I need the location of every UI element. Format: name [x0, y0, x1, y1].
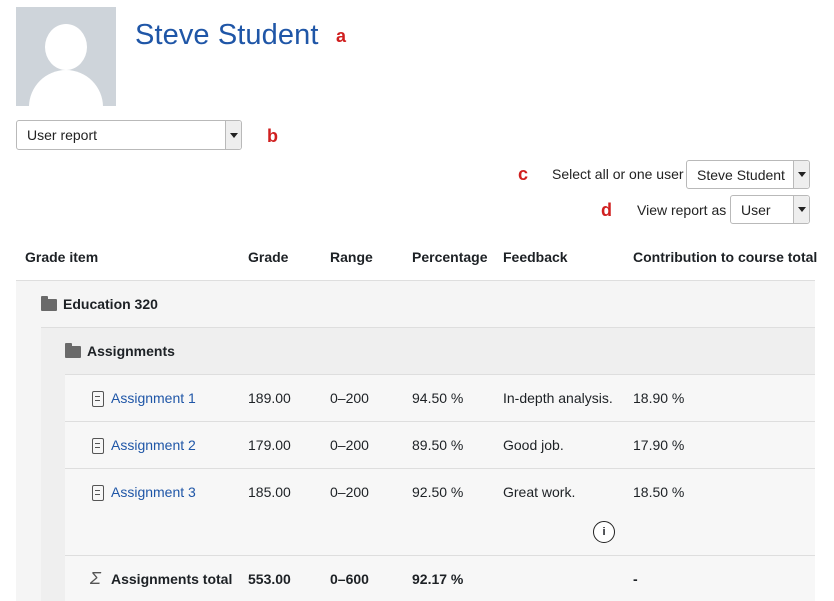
grade-cell: 179.00 [248, 437, 291, 453]
avatar-head-shape [45, 24, 87, 70]
column-header-percentage[interactable]: Percentage [412, 249, 487, 265]
row-divider [41, 327, 815, 328]
total-grade-cell: 553.00 [248, 571, 291, 587]
grade-cell: 185.00 [248, 484, 291, 500]
sigma-icon: Σ [90, 568, 101, 588]
column-header-range[interactable]: Range [330, 249, 373, 265]
percentage-cell: 89.50 % [412, 437, 464, 453]
annotation-d: d [601, 200, 612, 220]
total-percentage-cell: 92.17 % [412, 571, 464, 587]
contribution-cell: 17.90 % [633, 437, 685, 453]
total-label: Assignments total [111, 571, 233, 587]
range-cell: 0–200 [330, 437, 369, 453]
total-range-cell: 0–600 [330, 571, 369, 587]
column-header-feedback[interactable]: Feedback [503, 249, 568, 265]
view-report-as-label: View report as [637, 202, 727, 218]
feedback-cell: Good job. [503, 437, 564, 453]
user-avatar[interactable] [16, 7, 116, 106]
contribution-cell: 18.90 % [633, 390, 685, 406]
user-select-value: Steve Student [697, 166, 785, 183]
feedback-cell: Great work. [503, 484, 576, 500]
assignment-icon [92, 438, 104, 454]
view-report-as-select[interactable]: User [730, 195, 810, 224]
report-type-value: User report [27, 127, 98, 143]
assignment-link[interactable]: Assignment 3 [111, 484, 196, 500]
course-name: Education 320 [63, 296, 158, 312]
column-header-contribution[interactable]: Contribution to course total [633, 249, 817, 265]
avatar-body-shape [29, 70, 103, 106]
category-name: Assignments [87, 343, 175, 359]
select-user-label: Select all or one user [552, 166, 684, 182]
assignment-link[interactable]: Assignment 1 [111, 390, 196, 406]
view-report-as-value: User [741, 201, 771, 218]
folder-icon [41, 296, 57, 311]
assignment-icon [92, 485, 104, 501]
annotation-a: a [336, 26, 347, 46]
user-select[interactable]: Steve Student [686, 160, 810, 189]
feedback-cell: In-depth analysis. [503, 390, 613, 406]
assignment-link[interactable]: Assignment 2 [111, 437, 196, 453]
report-type-select[interactable]: User report [16, 120, 242, 150]
contribution-cell: 18.50 % [633, 484, 685, 500]
percentage-cell: 92.50 % [412, 484, 464, 500]
column-header-grade[interactable]: Grade [248, 249, 288, 265]
percentage-cell: 94.50 % [412, 390, 464, 406]
folder-icon [65, 343, 81, 358]
annotation-c: c [518, 164, 529, 184]
annotation-b: b [267, 126, 278, 146]
assignment-icon [92, 391, 104, 407]
column-header-grade-item[interactable]: Grade item [25, 249, 98, 265]
grade-cell: 189.00 [248, 390, 291, 406]
table-row [65, 469, 815, 555]
total-contribution-cell: - [633, 571, 638, 587]
chevron-down-icon [225, 121, 241, 149]
user-name-heading[interactable]: Steve Student [135, 19, 319, 52]
range-cell: 0–200 [330, 390, 369, 406]
chevron-down-icon [793, 161, 809, 188]
range-cell: 0–200 [330, 484, 369, 500]
chevron-down-icon [793, 196, 809, 223]
info-icon[interactable]: i [593, 521, 615, 543]
